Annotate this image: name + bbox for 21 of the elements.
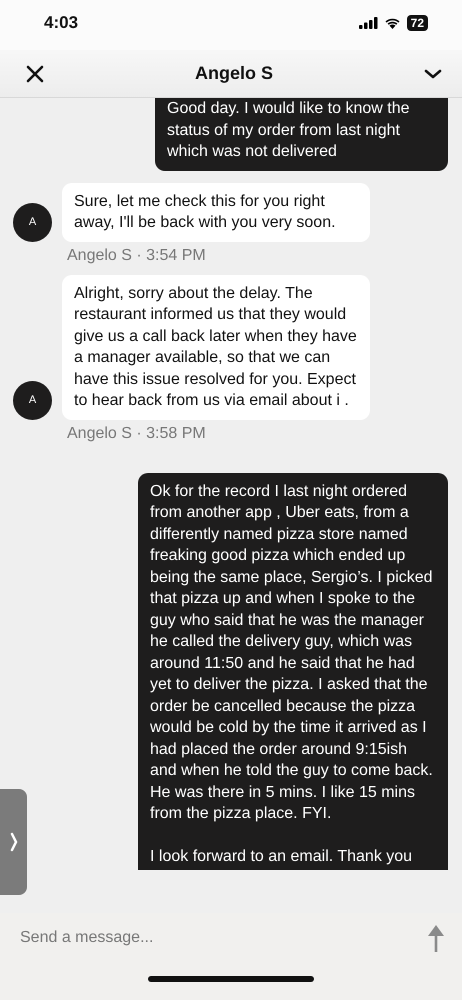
message-input[interactable]: Send a message... [18,928,322,948]
signal-icon [358,17,378,29]
sent-message: Ok for the record I last night ordered from another app , Uber eats, from a differently named pizza store named freaking good pizza which ended up being the same place, Sergio’s. I picked that pizza up and when I spoke to the guy who said that he was the manager he called the delivery guy, which was around 11:50 and he said that he had yet to deliver the pizza. I asked that the order be cancelled because the pizza would be cold by the time it arrived as I had placed the order around 9:15ish and when he told the guy to come back. He was there in 5 mins. I like 15 mins from the pizza place. FYI. I look forward to an email. Thank you [138,472,448,870]
status-time: 4:03 [44,13,78,33]
wifi-icon [384,17,401,29]
side-tab[interactable] [0,789,27,895]
chevron-down-icon [424,68,442,80]
close-button[interactable] [24,62,46,84]
agent-avatar: A [13,380,52,420]
arrow-up-icon [428,924,444,952]
sent-message: Good day. I would like to know the status of my order from last night which was not delivered [155,98,448,170]
chevron-right-icon [10,832,18,852]
chat-title: Angelo S [194,63,273,84]
agent-avatar: A [13,202,52,242]
close-icon [26,64,44,82]
message-meta: Angelo S · 3:58 PM [67,424,207,442]
message-meta: Angelo S · 3:54 PM [67,246,207,264]
received-message: Alright, sorry about the delay. The restaurant informed us that they would give us a call back later when they have a manager available, so that we can have this issue resolved for you. Expect to hear back from us via email about i . [62,274,370,420]
received-message: Sure, let me check this for you right away, I'll be back with you very soon. [62,182,370,242]
battery-level: 72 [406,15,428,31]
send-button[interactable] [428,924,444,952]
